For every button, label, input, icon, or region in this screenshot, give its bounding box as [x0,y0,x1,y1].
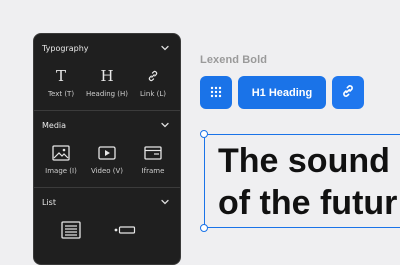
link-icon [146,66,160,86]
section-title: List [42,197,56,207]
iframe-icon [144,143,162,163]
section-list-header[interactable]: List [34,188,180,216]
element-label: Link (L) [140,90,166,98]
text-icon: T [55,66,66,85]
element-label: Video (V) [90,167,124,175]
video-icon [98,143,116,163]
heading-level-button[interactable]: H1 Heading [238,76,326,109]
heading-line: The sound [218,142,390,180]
font-name-label: Lexend Bold [200,54,268,66]
drag-handle-button[interactable] [200,76,232,109]
element-label: Iframe [141,167,165,175]
list-icon [61,220,81,240]
element-video[interactable]: Video (V) [84,143,130,175]
heading-icon: H [100,66,114,85]
element-list[interactable] [48,220,94,240]
heading-text[interactable]: The sound of the futur [218,140,400,224]
element-label: Heading (H) [85,90,129,98]
chevron-down-icon[interactable] [160,120,170,130]
section-typography-header[interactable]: Typography [34,34,180,62]
element-heading[interactable]: H Heading (H) [84,66,130,98]
link-button[interactable] [332,76,364,109]
chevron-down-icon[interactable] [160,197,170,207]
link-icon [340,83,356,103]
element-image[interactable]: Image (I) [38,143,84,175]
section-title: Media [42,120,67,130]
section-media-header[interactable]: Media [34,111,180,139]
resize-handle[interactable] [200,224,208,232]
grid-dots-icon [210,83,222,102]
element-iframe[interactable]: Iframe [130,143,176,175]
section-title: Typography [42,43,89,53]
element-link[interactable]: Link (L) [130,66,176,98]
image-icon [52,143,70,163]
element-label: Text (T) [47,90,75,98]
element-text[interactable]: T Text (T) [38,66,84,98]
chevron-down-icon[interactable] [160,43,170,53]
list-item-icon [114,220,136,240]
elements-panel: Typography T Text (T) H Heading (H) Link… [33,33,181,265]
resize-handle[interactable] [200,130,208,138]
element-label: Image (I) [45,167,77,175]
element-list-item[interactable] [102,220,148,240]
heading-line: of the futur [218,184,398,222]
